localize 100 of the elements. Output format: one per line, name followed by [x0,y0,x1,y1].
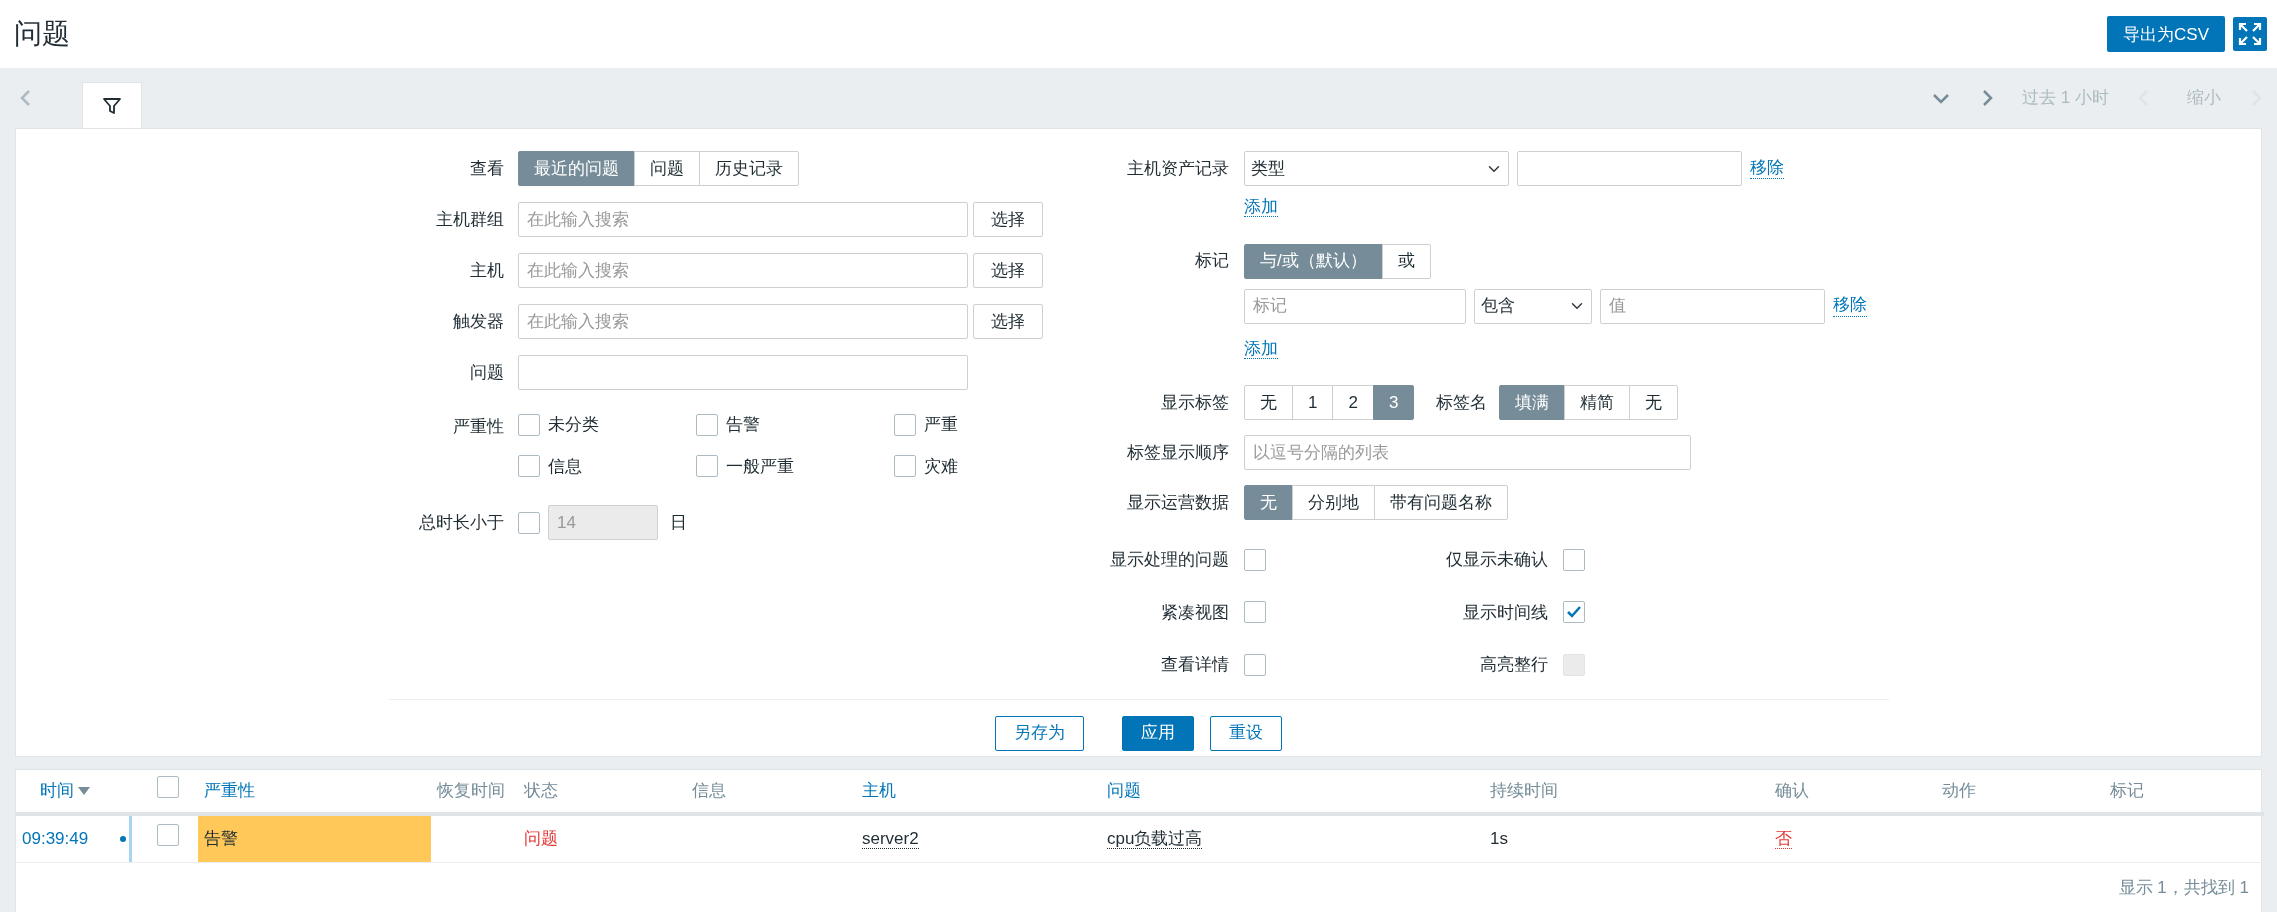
timeline-marker [120,816,132,862]
column-header: 持续时间 [1490,781,1558,801]
segment-button[interactable]: 无 [1244,485,1293,520]
add-link[interactable]: 添加 [1244,197,1278,217]
field-label: 显示运营数据 [1126,491,1229,514]
duration-text: 1s [1490,829,1508,849]
checkbox[interactable] [894,455,916,478]
host-link[interactable]: server2 [862,829,919,850]
checkbox[interactable] [1244,653,1266,676]
severity-cell: 告警 [198,814,431,863]
field-label: 标签显示顺序 [1126,441,1229,464]
column-header[interactable]: 主机 [862,781,896,801]
remove-link[interactable]: 移除 [1833,295,1867,317]
checkbox[interactable] [518,511,540,534]
checkbox[interactable] [157,776,179,799]
filter-icon [102,95,122,116]
column-header: 确认 [1775,781,1809,801]
segment-button[interactable]: 无 [1629,385,1679,420]
search-field[interactable]: 在此输入搜索 [518,253,968,288]
column-header: 状态 [524,781,558,801]
checkbox[interactable] [696,455,718,478]
checkbox-label: 一般严重 [726,455,794,478]
checkbox-label: 信息 [548,455,582,478]
field-label: 显示时间线 [1463,601,1548,624]
action-button[interactable]: 应用 [1122,715,1194,751]
checkbox-label: 告警 [726,414,760,436]
segment-button[interactable]: 或 [1381,243,1431,279]
segment-button[interactable]: 带有问题名称 [1374,485,1508,520]
column-header: 标记 [2110,781,2144,801]
unit-label: 日 [670,511,687,534]
field-label: 查看 [469,157,504,180]
action-button[interactable]: 重设 [1210,715,1282,751]
export-button[interactable]: 导出为CSV [2107,16,2225,52]
field-label: 标记 [1194,250,1229,273]
segment-button[interactable]: 精简 [1564,385,1631,420]
checkbox-label: 灾难 [924,455,958,478]
segment-button[interactable]: 填满 [1499,385,1566,420]
field-label: 查看详情 [1160,654,1229,676]
field-label: 显示标签 [1160,391,1229,414]
segment-button[interactable]: 与/或（默认） [1244,243,1383,279]
segment-button[interactable]: 无 [1244,385,1293,420]
checkbox-label: 未分类 [548,414,599,436]
checkbox[interactable] [1244,601,1266,624]
segment-button[interactable]: 问题 [634,151,700,186]
column-header[interactable]: 问题 [1107,781,1141,801]
segment-button[interactable]: 1 [1292,385,1334,420]
inventory-select[interactable]: 类型 [1244,151,1509,186]
field-label: 触发器 [452,310,504,333]
field-label: 仅显示未确认 [1446,549,1548,571]
search-field[interactable]: 在此输入搜索 [518,202,968,237]
checkbox-label: 严重 [924,414,958,436]
inventory-field[interactable] [1517,151,1742,186]
results-count: 显示 1，共找到 1 [2118,878,2249,897]
segment-button[interactable]: 3 [1372,385,1415,420]
segment-button[interactable]: 2 [1332,385,1374,420]
operator-select[interactable]: 包含 [1474,288,1592,324]
select-button[interactable]: 选择 [973,304,1043,339]
checkbox[interactable] [518,413,540,436]
action-button[interactable]: 另存为 [995,715,1084,751]
field-label: 主机 [469,259,504,282]
ack-link[interactable]: 否 [1775,829,1792,850]
field-label: 标签名 [1436,391,1488,414]
search-field[interactable]: 在此输入搜索 [518,304,968,339]
checkbox[interactable] [696,413,718,436]
field-label: 严重性 [452,416,504,438]
field-label: 主机群组 [435,208,504,231]
column-header: 动作 [1942,781,1976,801]
checkbox[interactable] [1244,548,1266,571]
tag-order-field[interactable]: 以逗号分隔的列表 [1244,435,1691,470]
status-text: 问题 [524,829,558,849]
checkbox[interactable] [1563,601,1585,624]
tag-field[interactable]: 标记 [1244,288,1466,324]
segment-button[interactable]: 历史记录 [699,151,799,186]
column-header[interactable]: 严重性 [204,781,255,801]
remove-link[interactable]: 移除 [1750,157,1784,180]
select-button[interactable]: 选择 [973,253,1043,288]
checkbox[interactable] [894,413,916,436]
column-header[interactable]: 时间 [40,778,90,804]
select-button[interactable]: 选择 [973,202,1043,237]
column-header: 信息 [692,781,726,801]
column-header: 恢复时间 [437,781,505,801]
checkbox[interactable] [157,824,179,847]
field-label: 显示处理的问题 [1109,549,1229,571]
field-label: 主机资产记录 [1126,157,1229,180]
time-link[interactable]: 09:39:49 [22,829,89,849]
filter-tab[interactable] [82,82,142,128]
add-link[interactable]: 添加 [1244,338,1278,359]
problem-field[interactable] [518,355,968,390]
value-field[interactable]: 值 [1600,288,1825,324]
field-label: 总时长小于 [418,511,504,534]
problem-link[interactable]: cpu负载过高 [1107,829,1203,850]
field-label: 问题 [469,361,504,384]
segment-button[interactable]: 最近的问题 [518,151,635,186]
field-label: 紧凑视图 [1160,601,1229,624]
field-label: 高亮整行 [1480,654,1548,676]
segment-button[interactable]: 分别地 [1292,485,1375,520]
sort-down-icon [78,786,90,796]
checkbox[interactable] [518,455,540,478]
fullscreen-icon[interactable] [2233,17,2267,51]
checkbox[interactable] [1563,548,1585,571]
